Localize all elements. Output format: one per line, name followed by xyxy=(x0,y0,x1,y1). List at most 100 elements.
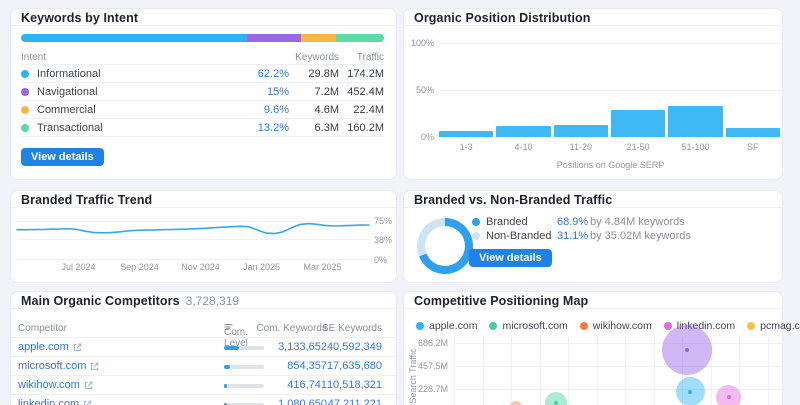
competitor-domain: apple.com xyxy=(18,341,69,353)
legend-percent-link[interactable]: 68.9% xyxy=(557,216,590,228)
gridline xyxy=(454,343,782,344)
competitor-domain: linkedin.com xyxy=(18,398,79,405)
legend-label: Branded xyxy=(486,216,557,228)
external-link-icon xyxy=(83,400,92,405)
x-axis-tick-label: SF xyxy=(726,142,780,152)
intent-bar-segment xyxy=(21,34,247,42)
position-bar[interactable] xyxy=(668,106,722,137)
competitors-total-count: 3,728,319 xyxy=(186,294,239,308)
intent-percent-link[interactable]: 13.2% xyxy=(229,122,289,134)
gridline xyxy=(454,337,455,405)
competitor-domain: microsoft.com xyxy=(18,360,86,372)
gridline xyxy=(597,337,598,405)
competitor-domain-link[interactable]: microsoft.com xyxy=(18,360,99,372)
legend-note: by 4.84M keywords xyxy=(590,216,685,228)
intent-label: Informational xyxy=(37,68,229,80)
main-organic-competitors-panel: Main Organic Competitors 3,728,319 Compe… xyxy=(10,291,397,405)
intent-bar-segment xyxy=(247,34,301,42)
panel-header: Branded vs. Non-Branded Traffic xyxy=(404,191,782,208)
intent-bar-segment xyxy=(336,34,384,42)
panel-header: Branded Traffic Trend xyxy=(11,191,396,208)
legend-label: Non-Branded xyxy=(486,230,557,242)
intent-traffic-value: 174.2M xyxy=(339,68,384,80)
gridline xyxy=(568,337,569,405)
competitor-row: linkedin.com 1,080,65047,211,221 xyxy=(11,395,396,405)
competitor-domain-link[interactable]: wikihow.com xyxy=(18,379,93,391)
keywords-by-intent-panel: Keywords by Intent Intent Keywords Traff… xyxy=(10,8,397,180)
external-link-icon xyxy=(84,381,93,390)
intent-label: Commercial xyxy=(37,104,229,116)
competition-level-bar xyxy=(224,346,264,350)
column-header-keywords: Keywords xyxy=(289,52,339,63)
external-link-icon xyxy=(90,362,99,371)
analytics-dashboard: Keywords by Intent Intent Keywords Traff… xyxy=(0,0,800,405)
gridline xyxy=(439,137,782,138)
x-axis-tick-label: 51-100 xyxy=(668,142,722,152)
common-keywords-link[interactable]: 416,741 xyxy=(287,379,327,391)
se-keywords-link[interactable]: 10,518,321 xyxy=(327,379,382,391)
trend-line[interactable] xyxy=(17,224,369,234)
intent-keywords-value: 4.6M xyxy=(289,104,339,116)
intent-label: Transactional xyxy=(37,122,229,134)
position-bar[interactable] xyxy=(554,125,608,136)
panel-title: Branded vs. Non-Branded Traffic xyxy=(414,193,612,207)
position-bar[interactable] xyxy=(611,110,665,136)
gridline xyxy=(511,337,512,405)
gridline xyxy=(625,337,626,405)
view-details-button[interactable]: View details xyxy=(21,148,104,166)
position-bar[interactable] xyxy=(496,126,550,136)
bubble-center-marker xyxy=(727,395,731,399)
competitor-row: microsoft.com 854,35717,635,680 xyxy=(11,357,396,376)
intent-row: Navigational15%7.2M452.4M xyxy=(21,83,384,101)
panel-header: Main Organic Competitors 3,728,319 xyxy=(11,292,396,309)
competitor-domain-link[interactable]: apple.com xyxy=(18,341,82,353)
intent-row: Commercial9.6%4.6M22.4M xyxy=(21,101,384,119)
y-axis-tick-label: 228.7M xyxy=(406,384,448,394)
bubble-center-marker xyxy=(554,401,558,405)
intent-percent-link[interactable]: 62.2% xyxy=(229,68,289,80)
common-keywords-link[interactable]: 854,357 xyxy=(287,360,327,372)
y-axis-tick-label: 0% xyxy=(408,132,434,142)
intent-label: Navigational xyxy=(37,86,229,98)
se-keywords-link[interactable]: 40,592,349 xyxy=(327,341,382,353)
x-axis-tick-label: 1-3 xyxy=(439,142,493,152)
competition-level-fill xyxy=(224,384,227,388)
competition-level-bar xyxy=(224,384,264,388)
y-axis-tick-label: 686.2M xyxy=(406,338,448,348)
view-details-button[interactable]: View details xyxy=(469,249,552,267)
intent-keywords-value: 29.8M xyxy=(289,68,339,80)
branded-donut-chart[interactable] xyxy=(417,218,473,274)
position-bar[interactable] xyxy=(726,128,780,136)
competition-level-fill xyxy=(224,365,230,369)
branded-legend-row: Non-Branded31.1%by 35.02M keywords xyxy=(472,229,691,243)
competition-level-fill xyxy=(224,346,239,350)
common-keywords-link[interactable]: 3,133,652 xyxy=(278,341,327,353)
intent-keywords-value: 7.2M xyxy=(289,86,339,98)
x-axis-title: Positions on Google SERP xyxy=(439,160,782,170)
intent-color-dot xyxy=(21,70,29,78)
se-keywords-link[interactable]: 47,211,221 xyxy=(328,398,382,405)
column-header-com-keywords: Com. Keywords xyxy=(256,323,327,334)
panel-title: Keywords by Intent xyxy=(21,11,138,25)
panel-title: Branded Traffic Trend xyxy=(21,193,152,207)
se-keywords-link[interactable]: 17,635,680 xyxy=(327,360,382,372)
intent-table-header: Intent Keywords Traffic xyxy=(21,50,384,65)
column-header-traffic: Traffic xyxy=(339,52,384,63)
intent-percent-link[interactable]: 9.6% xyxy=(229,104,289,116)
x-axis-tick-label: 11-20 xyxy=(554,142,608,152)
gridline xyxy=(439,90,782,91)
intent-traffic-value: 22.4M xyxy=(339,104,384,116)
column-header-com-level[interactable]: Com. Level xyxy=(224,323,233,331)
column-header-competitor: Competitor xyxy=(18,323,67,334)
intent-table-body: Informational62.2%29.8M174.2M Navigationa… xyxy=(21,65,384,137)
common-keywords-link[interactable]: 1,080,650 xyxy=(278,398,327,405)
column-header-se-keywords: SE Keywords xyxy=(322,323,382,334)
position-bar[interactable] xyxy=(439,131,493,137)
y-axis-tick-label: 457.5M xyxy=(406,361,448,371)
intent-distribution-bar xyxy=(21,34,384,42)
organic-position-distribution-panel: Organic Position Distribution 100%50%0%1… xyxy=(403,8,783,180)
legend-percent-link[interactable]: 31.1% xyxy=(557,230,590,242)
competitor-domain-link[interactable]: linkedin.com xyxy=(18,398,92,405)
competitor-bubble[interactable] xyxy=(510,401,522,405)
intent-percent-link[interactable]: 15% xyxy=(229,86,289,98)
